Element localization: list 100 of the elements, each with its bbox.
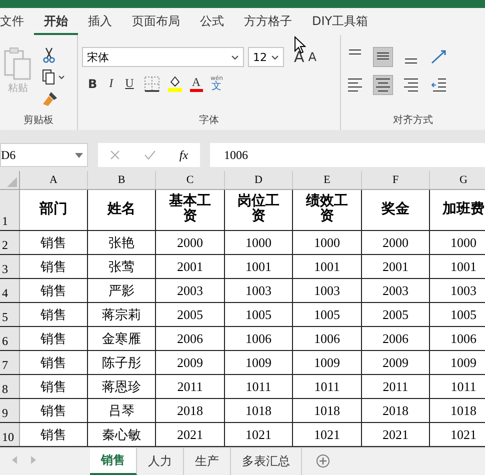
column-header[interactable]: B [88, 171, 156, 189]
group-label: 字体 [198, 114, 220, 128]
underline-button[interactable]: U [123, 76, 136, 91]
sheet-tab[interactable]: 销售 [90, 448, 137, 475]
column-header[interactable]: F [362, 171, 430, 189]
table-cell: 销售 [20, 423, 88, 446]
row-header[interactable]: 8 [0, 375, 20, 398]
table-cell: 张艳 [88, 231, 156, 254]
row-header[interactable]: 2 [0, 231, 20, 254]
decrease-font-button[interactable]: A [308, 50, 316, 64]
column-header[interactable]: E [293, 171, 362, 189]
table-cell: 陈子彤 [88, 351, 156, 374]
sheet-tab[interactable]: 生产 [184, 448, 231, 475]
table-cell: 1011 [293, 375, 362, 398]
bold-button[interactable]: B [86, 76, 100, 90]
align-icon[interactable] [373, 75, 393, 95]
dropdown-arrow-icon[interactable] [75, 152, 83, 158]
table-cell: 1000 [293, 231, 362, 254]
border-icon[interactable] [144, 76, 160, 92]
sheet-tab[interactable]: 多表汇总 [231, 448, 302, 475]
font-size-field[interactable]: 12 [248, 47, 284, 67]
table-cell: 1009 [430, 351, 485, 374]
row-header[interactable]: 4 [0, 279, 20, 302]
ribbon-tab[interactable]: 插入 [78, 8, 122, 35]
ribbon-tab[interactable]: 开始 [34, 8, 78, 35]
table-cell: 1003 [225, 279, 293, 302]
table-cell: 销售 [20, 351, 88, 374]
table-cell: 2021 [362, 423, 430, 446]
scissors-icon[interactable] [42, 47, 56, 63]
table-cell: 销售 [20, 327, 88, 350]
table-cell: 销售 [20, 303, 88, 326]
brush-icon[interactable] [42, 91, 58, 107]
ribbon-tab[interactable]: DIY工具箱 [302, 8, 378, 35]
table-cell: 1001 [430, 255, 485, 278]
table-cell: 销售 [20, 255, 88, 278]
ribbon-tab[interactable]: 文件 [0, 8, 34, 35]
fill-color-icon[interactable] [168, 75, 182, 92]
clipboard-icon[interactable] [4, 47, 32, 81]
ribbon-tab[interactable]: 方方格子 [234, 8, 302, 35]
table-header-cell: 绩效工资 [293, 190, 362, 230]
chevron-down-icon[interactable] [231, 54, 239, 60]
group-label: 剪贴板 [22, 114, 54, 128]
column-header[interactable]: A [20, 171, 88, 189]
table-cell: 销售 [20, 231, 88, 254]
table-cell: 销售 [20, 399, 88, 422]
row-header[interactable]: 6 [0, 327, 20, 350]
table-cell: 1001 [225, 255, 293, 278]
table-cell: 1021 [225, 423, 293, 446]
column-header[interactable]: G [430, 171, 485, 189]
table-cell: 1001 [293, 255, 362, 278]
table-cell: 2018 [362, 399, 430, 422]
table-header-cell: 岗位工资 [225, 190, 293, 230]
table-cell: 1003 [293, 279, 362, 302]
row-header[interactable]: 5 [0, 303, 20, 326]
copy-icon[interactable] [42, 69, 66, 85]
table-cell: 1021 [430, 423, 485, 446]
table-cell: 2005 [156, 303, 225, 326]
row-header[interactable]: 7 [0, 351, 20, 374]
align-icon[interactable] [373, 47, 393, 67]
table-header-cell: 奖金 [362, 190, 430, 230]
row-header[interactable]: 3 [0, 255, 20, 278]
check-icon[interactable] [144, 150, 156, 160]
table-cell: 2000 [156, 231, 225, 254]
table-cell: 秦心敏 [88, 423, 156, 446]
table-cell: 张莺 [88, 255, 156, 278]
font-name-field[interactable]: 宋体 [82, 47, 244, 67]
table-cell: 销售 [20, 279, 88, 302]
row-header[interactable]: 9 [0, 399, 20, 422]
row-header[interactable]: 10 [0, 423, 20, 446]
italic-button[interactable]: I [107, 76, 116, 91]
table-cell: 1009 [225, 351, 293, 374]
table-cell: 销售 [20, 375, 88, 398]
table-header-cell: 部门 [20, 190, 88, 230]
name-box[interactable]: D6 [0, 143, 88, 167]
chevron-down-icon[interactable] [271, 54, 279, 60]
ribbon-tab[interactable]: 公式 [190, 8, 234, 35]
row-header[interactable]: 1 [0, 190, 20, 230]
formula-field[interactable]: 1006 [210, 143, 485, 167]
table-cell: 2000 [362, 231, 430, 254]
table-cell: 2001 [362, 255, 430, 278]
table-cell: 吕琴 [88, 399, 156, 422]
table-cell: 2006 [156, 327, 225, 350]
table-cell: 金寒雁 [88, 327, 156, 350]
add-sheet-icon[interactable] [316, 454, 330, 468]
table-cell: 1018 [293, 399, 362, 422]
table-cell: 1005 [293, 303, 362, 326]
column-header[interactable]: C [156, 171, 225, 189]
insert-function-button[interactable]: fx [179, 148, 188, 162]
table-cell: 2003 [156, 279, 225, 302]
table-cell: 2005 [362, 303, 430, 326]
table-cell: 1000 [225, 231, 293, 254]
table-cell: 2003 [362, 279, 430, 302]
sheet-tab[interactable]: 人力 [137, 448, 184, 475]
table-cell: 严影 [88, 279, 156, 302]
column-header[interactable]: D [225, 171, 293, 189]
ribbon-tab[interactable]: 页面布局 [122, 8, 190, 35]
font-color-button[interactable]: A [190, 76, 202, 92]
table-cell: 2021 [156, 423, 225, 446]
group-label: 对齐方式 [392, 114, 434, 128]
table-cell: 2009 [156, 351, 225, 374]
